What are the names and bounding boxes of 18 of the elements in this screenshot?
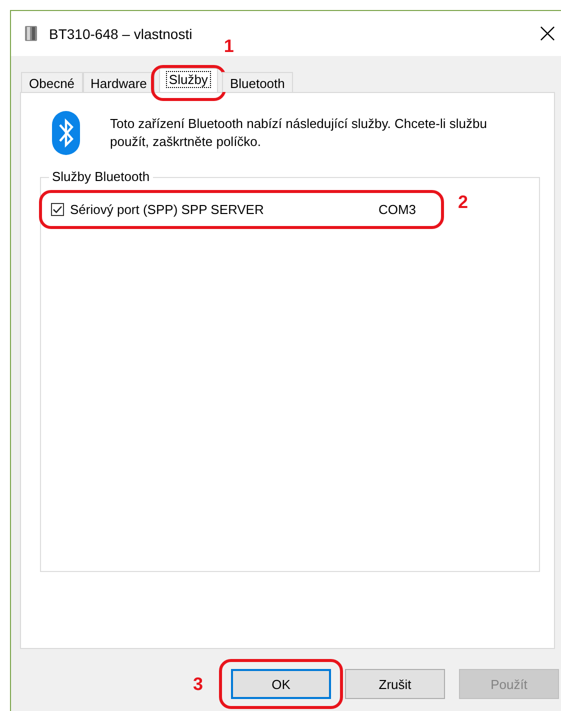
tab[interactable]: Obecné <box>21 72 83 92</box>
close-icon[interactable] <box>540 26 555 41</box>
annotation-number: 1 <box>224 36 234 57</box>
port-label: COM3 <box>378 202 416 217</box>
device-icon <box>25 26 37 41</box>
checkbox[interactable] <box>51 203 64 216</box>
tab[interactable]: Služby <box>158 68 218 92</box>
tab[interactable]: Bluetooth <box>222 72 293 92</box>
window-title: BT310-648 – vlastnosti <box>49 26 192 42</box>
service-name: Sériový port (SPP) SPP SERVER <box>70 202 265 217</box>
bluetooth-icon <box>52 111 80 155</box>
dialog-button[interactable]: Zrušit <box>345 669 445 699</box>
annotation-number: 2 <box>458 192 468 213</box>
annotation-number: 3 <box>193 674 204 695</box>
group-title: Služby Bluetooth <box>49 169 153 184</box>
description-text: Toto zařízení Bluetooth nabízí následující služby. Chcete-li službu použít, zaškrtněte políčko. <box>110 115 488 151</box>
tab[interactable]: Hardware <box>82 72 155 92</box>
dialog-button[interactable]: OK <box>231 669 331 699</box>
